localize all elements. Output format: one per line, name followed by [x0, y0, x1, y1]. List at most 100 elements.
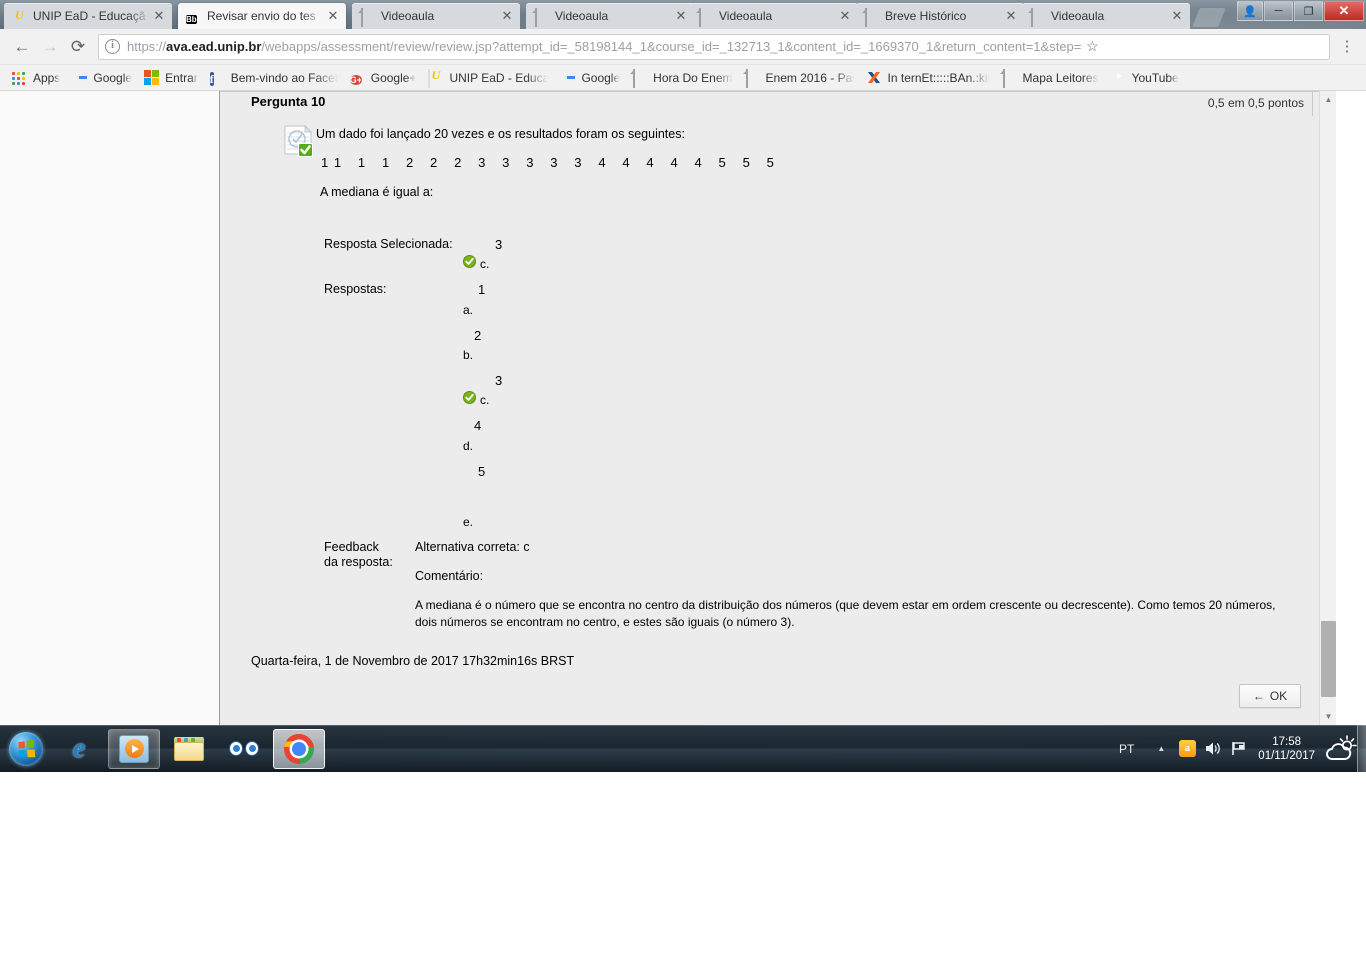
selected-answer-value: 3: [495, 237, 503, 252]
tab-label: UNIP EaD - Educaçã: [33, 9, 146, 23]
volume-icon[interactable]: [1200, 741, 1226, 756]
bookmark-google-2[interactable]: Google: [554, 67, 626, 89]
close-icon[interactable]: ✕: [1003, 8, 1019, 24]
correct-check-icon: [463, 255, 476, 268]
page-icon: [1030, 7, 1045, 27]
google-icon: [72, 70, 88, 86]
system-tray: PT ▲ 17:58 01/11/2017: [1119, 725, 1366, 772]
tab-unip-ead[interactable]: UNIP EaD - Educaçã ✕: [4, 3, 172, 29]
close-icon[interactable]: ✕: [499, 8, 515, 24]
option-value: 1: [478, 282, 486, 297]
window-controls: 👤 ─ ❐ ✕: [1236, 1, 1364, 21]
close-icon[interactable]: ✕: [673, 8, 689, 24]
taskbar-internet-explorer[interactable]: e: [53, 729, 105, 769]
tab-videoaula-3[interactable]: Videoaula ✕: [690, 3, 858, 29]
ok-button[interactable]: ← OK: [1239, 684, 1301, 708]
option-letter: b.: [463, 348, 474, 362]
ok-button-wrap: ← OK: [1239, 684, 1301, 708]
taskbar-eyes-app[interactable]: [218, 729, 270, 769]
clock[interactable]: 17:58 01/11/2017: [1258, 735, 1315, 763]
bookmark-label: UNIP EaD - Educação: [449, 70, 548, 85]
close-icon[interactable]: ✕: [1169, 8, 1185, 24]
bookmark-google-1[interactable]: Google: [66, 67, 138, 89]
show-desktop-button[interactable]: [1357, 725, 1366, 772]
bookmark-enem-2016[interactable]: Enem 2016 - Passo a: [739, 67, 861, 89]
option-letter: a.: [463, 303, 474, 317]
feedback-comment-label: Comentário:: [415, 569, 484, 583]
apps-grid-icon: [12, 70, 28, 86]
ok-button-label: OK: [1269, 689, 1288, 703]
bookmark-label: Google: [581, 70, 621, 85]
tab-revisar-envio[interactable]: Bb Revisar envio do tes ✕: [178, 3, 346, 29]
tab-label: Revisar envio do tes: [207, 9, 316, 23]
tab-label: Breve Histórico: [885, 9, 967, 23]
forward-icon[interactable]: →: [36, 33, 64, 61]
microsoft-icon: [144, 69, 160, 86]
start-orb[interactable]: [2, 729, 50, 769]
url-host: ava.ead.unip.br: [166, 39, 262, 54]
question-status-icon: [282, 124, 316, 158]
bookmark-star-icon[interactable]: ☆: [1081, 38, 1103, 55]
scroll-down-icon[interactable]: ▼: [1320, 708, 1337, 725]
action-center-flag-icon[interactable]: [1226, 741, 1252, 756]
x-icon-svg: [867, 71, 880, 83]
restore-button[interactable]: ❐: [1294, 1, 1323, 21]
tab-videoaula-1[interactable]: Videoaula ✕: [352, 3, 520, 29]
bookmark-apps[interactable]: Apps: [6, 67, 66, 89]
bookmark-mapa-leitores[interactable]: Mapa Leitores: [996, 67, 1105, 89]
bookmark-unip-ead[interactable]: UNIP EaD - Educação: [422, 67, 554, 89]
answers-label: Respostas:: [324, 282, 387, 296]
bookmark-google-plus[interactable]: G+ Google+: [344, 67, 423, 89]
tab-label: Videoaula: [1051, 9, 1105, 23]
close-window-button[interactable]: ✕: [1324, 1, 1364, 21]
taskbar-windows-explorer[interactable]: [163, 729, 215, 769]
taskbar-windows-media-player[interactable]: [108, 728, 160, 769]
points-divider: [1312, 91, 1313, 116]
tab-videoaula-4[interactable]: Videoaula ✕: [1022, 3, 1190, 29]
bookmark-label: In ternEt:::::BAn.:kin.g: [887, 70, 990, 85]
page-icon: [864, 7, 879, 27]
taskbar-google-chrome[interactable]: [273, 728, 325, 769]
question-panel: Pergunta 10 0,5 em 0,5 pontos Um dado fo…: [220, 91, 1336, 725]
close-icon[interactable]: ✕: [325, 8, 341, 24]
submission-timestamp: Quarta-feira, 1 de Novembro de 2017 17h3…: [251, 654, 575, 668]
close-icon[interactable]: ✕: [837, 8, 853, 24]
option-value: 4: [474, 418, 482, 433]
url-path: /webapps/assessment/review/review.jsp?at…: [261, 39, 1082, 54]
close-icon[interactable]: ✕: [151, 8, 167, 24]
page-icon: [698, 7, 713, 27]
bookmark-label: Bem-vindo ao Faceb: [230, 70, 338, 85]
page-icon: [534, 7, 549, 27]
tab-label: Videoaula: [381, 9, 435, 23]
avast-icon[interactable]: [1174, 740, 1200, 757]
bookmark-entrar[interactable]: Entrar: [138, 67, 204, 89]
page-icon: [632, 68, 648, 88]
scroll-up-icon[interactable]: ▲: [1320, 91, 1337, 108]
scrollbar-thumb[interactable]: [1321, 621, 1336, 697]
page-icon: [360, 7, 375, 27]
bookmark-youtube[interactable]: YouTube: [1105, 67, 1185, 89]
bookmark-facebook[interactable]: f Bem-vindo ao Faceb: [204, 67, 344, 89]
blackboard-icon: Bb: [186, 14, 197, 24]
back-icon[interactable]: ←: [8, 33, 36, 61]
site-info-icon[interactable]: i: [105, 39, 120, 54]
tab-videoaula-2[interactable]: Videoaula ✕: [526, 3, 694, 29]
bookmark-hora-do-enem[interactable]: Hora Do Enem: [626, 67, 738, 89]
language-indicator[interactable]: PT: [1119, 742, 1134, 756]
tab-breve-historico[interactable]: Breve Histórico ✕: [856, 3, 1024, 29]
browser-toolbar: ← → ⟳ i https://ava.ead.unip.br/webapps/…: [0, 29, 1366, 65]
bookmark-label: Hora Do Enem: [653, 70, 733, 85]
question-prompt: A mediana é igual a:: [320, 185, 434, 199]
show-hidden-icons-icon[interactable]: ▲: [1148, 744, 1174, 753]
weather-icon[interactable]: [1323, 732, 1357, 766]
reload-icon[interactable]: ⟳: [64, 33, 92, 61]
bookmark-internet-banking[interactable]: In ternEt:::::BAn.:kin.g: [861, 67, 996, 89]
minimize-button[interactable]: ─: [1264, 1, 1293, 21]
user-profile-button[interactable]: 👤: [1237, 1, 1263, 21]
address-bar[interactable]: i https://ava.ead.unip.br/webapps/assess…: [98, 33, 1330, 60]
chrome-menu-icon[interactable]: ⋮: [1336, 39, 1358, 54]
page-scrollbar[interactable]: ▲ ▼: [1319, 91, 1336, 725]
points-label: 0,5 em 0,5 pontos: [1207, 96, 1304, 110]
browser-window: UNIP EaD - Educaçã ✕ Bb Revisar envio do…: [0, 0, 1366, 725]
unip-icon: [12, 7, 27, 27]
